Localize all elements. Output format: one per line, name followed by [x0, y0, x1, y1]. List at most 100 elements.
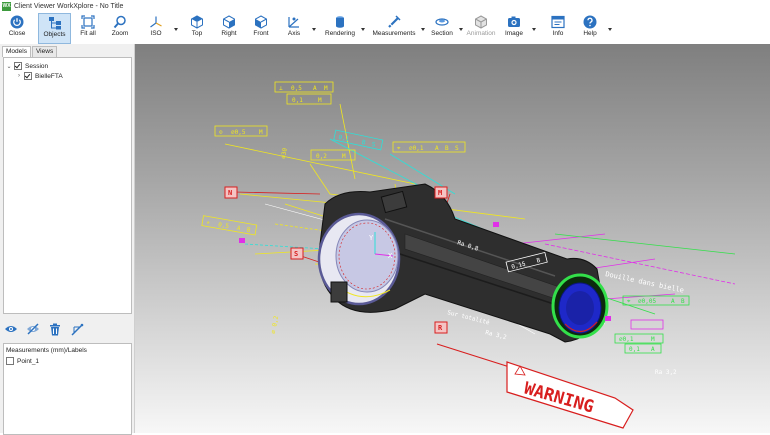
svg-text:⌖: ⌖ — [397, 145, 401, 152]
top-label: Top — [191, 30, 203, 37]
tree-item-label: Session — [25, 62, 49, 70]
fcf-concentricity: ⊙ ⌀0,5 M — [214, 125, 268, 137]
fcf-cyan-1: 0,1 B S — [333, 129, 384, 151]
svg-text:A: A — [435, 145, 439, 152]
iso-axes-icon — [150, 16, 162, 28]
datum-m: M — [438, 189, 442, 197]
svg-text:M: M — [318, 97, 322, 104]
rendering-label: Rendering — [325, 30, 355, 37]
point-checkbox[interactable] — [6, 357, 14, 365]
side-panel: Models Views ⌄ Session › BielleFTA Measu… — [0, 44, 135, 435]
objects-button[interactable]: Objects — [38, 13, 71, 44]
zoom-button[interactable]: Zoom — [105, 13, 135, 44]
session-checkbox[interactable] — [14, 62, 22, 70]
caliper-icon — [388, 15, 401, 28]
svg-text:0,1: 0,1 — [292, 97, 303, 104]
measurement-label: Point_1 — [17, 357, 40, 365]
svg-text:⌖: ⌖ — [206, 219, 211, 227]
magenta-marker-3 — [605, 316, 611, 321]
svg-text:⊥: ⊥ — [279, 85, 283, 92]
close-button[interactable]: Close — [2, 13, 32, 44]
magnifier-icon — [113, 15, 126, 29]
tree-item-label: BielleFTA — [35, 72, 63, 80]
app-logo-icon: WX — [2, 2, 11, 11]
measurements-button[interactable]: Measurements — [370, 13, 418, 44]
camera-icon — [508, 16, 520, 27]
fcf-green-3: 0,1 A — [624, 343, 662, 354]
info-button[interactable]: Info — [545, 13, 571, 44]
help-button[interactable]: Help — [577, 13, 603, 44]
fcf-green-2: ⌀0,1 M — [614, 333, 664, 344]
svg-text:0,1: 0,1 — [338, 134, 350, 143]
tree-item-biellefta[interactable]: › BielleFTA — [16, 71, 63, 81]
right-label: Right — [221, 30, 237, 37]
panel-tabs: Models Views — [2, 46, 58, 57]
list-item[interactable]: Point_1 — [6, 357, 39, 365]
ribbon-toolbar: Close Objects Fit all Zoom ISO Top Right… — [0, 13, 770, 45]
section-plane-icon — [435, 18, 449, 26]
collapsed-chevron-icon[interactable]: › — [16, 73, 22, 79]
svg-text:⌀0,1: ⌀0,1 — [409, 145, 424, 152]
biellefta-checkbox[interactable] — [24, 72, 32, 80]
svg-text:M: M — [342, 153, 346, 160]
svg-text:M: M — [324, 85, 328, 92]
cylinder-icon — [336, 16, 344, 28]
fcf-row-4: 0,2 M — [310, 149, 356, 161]
iso-view-button[interactable]: ISO — [142, 13, 170, 44]
warning-flag: WARNING — [436, 343, 634, 429]
section-label: Section — [431, 30, 453, 37]
green-annotations: ⌖ ⌀0,05 A B ⌀0,1 M 0,1 A — [614, 295, 690, 354]
fit-all-icon — [81, 15, 95, 29]
svg-text:0,1: 0,1 — [629, 346, 640, 353]
vertical-dim-yellow-2: ⌀ 0,2 — [270, 315, 280, 334]
trash-icon[interactable] — [47, 322, 63, 336]
show-eye-icon[interactable] — [3, 322, 19, 336]
magenta-marker-2 — [239, 238, 245, 243]
svg-text:B: B — [445, 145, 449, 152]
roughness-2: Ra 3,2 — [655, 369, 677, 376]
section-button[interactable]: Section — [428, 13, 456, 44]
svg-text:A: A — [313, 85, 317, 92]
svg-text:S: S — [371, 141, 376, 149]
fcf-position: ⌖ ⌀0,1 A B S — [392, 141, 466, 153]
top-view-button[interactable]: Top — [183, 13, 211, 44]
right-view-button[interactable]: Right — [215, 13, 243, 44]
fcf-perpendicularity: ⊥ 0,5 A M — [274, 81, 334, 93]
tab-views[interactable]: Views — [31, 46, 58, 57]
3d-viewport[interactable]: Y X ⊥ 0,5 A M 0,1 M ⊙ ⌀0,5 M 0,2 M ⌖ ⌀0,… — [135, 44, 770, 433]
tree-item-session[interactable]: ⌄ Session — [6, 61, 48, 71]
measure-tool-icon[interactable] — [69, 322, 85, 336]
help-dropdown-icon[interactable] — [608, 28, 612, 31]
expanded-chevron-icon[interactable]: ⌄ — [6, 63, 12, 70]
axis-dropdown-icon[interactable] — [312, 28, 316, 31]
title-bar: WX Client Viewer WorkXplore - No Title — [0, 0, 770, 14]
section-dropdown-icon[interactable] — [459, 28, 463, 31]
hide-eye-icon[interactable] — [25, 322, 41, 336]
fit-all-button[interactable]: Fit all — [73, 13, 103, 44]
front-view-button[interactable]: Front — [247, 13, 275, 44]
iso-dropdown-icon[interactable] — [174, 28, 178, 31]
svg-text:⌀0,05: ⌀0,05 — [638, 298, 656, 305]
note-bush: Douille dans bielle — [605, 270, 685, 294]
iso-label: ISO — [150, 30, 162, 37]
image-button[interactable]: Image — [500, 13, 528, 44]
objects-tree-icon — [48, 17, 61, 30]
measurements-dropdown-icon[interactable] — [421, 28, 425, 31]
svg-text:M: M — [651, 336, 655, 343]
magenta-marker-1 — [493, 222, 499, 227]
svg-text:B: B — [246, 226, 251, 234]
datum-s: S — [294, 250, 298, 258]
tab-models[interactable]: Models — [2, 46, 31, 57]
datum-n: N — [228, 189, 232, 197]
rendering-button[interactable]: Rendering — [322, 13, 358, 44]
panel-icon-bar — [3, 320, 85, 338]
fcf-row-2: 0,1 M — [286, 93, 332, 105]
axis-button[interactable]: Axis — [280, 13, 308, 44]
rendering-dropdown-icon[interactable] — [361, 28, 365, 31]
image-dropdown-icon[interactable] — [532, 28, 536, 31]
help-label: Help — [583, 30, 597, 37]
animation-button[interactable]: Animation — [465, 13, 497, 44]
magenta-frame — [630, 319, 664, 330]
axis-icon — [288, 17, 299, 28]
info-window-icon — [551, 15, 565, 29]
